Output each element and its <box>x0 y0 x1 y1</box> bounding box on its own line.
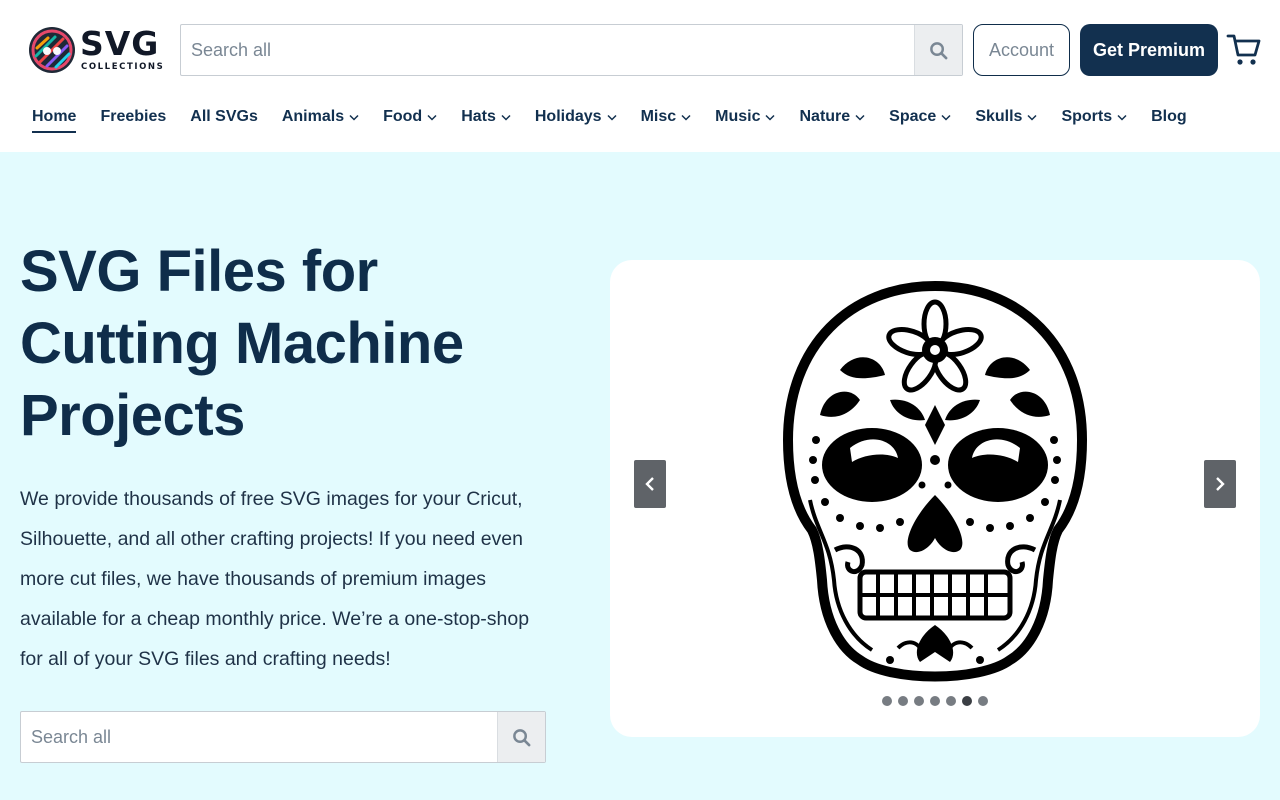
chevron-down-icon <box>681 114 691 121</box>
carousel-dot[interactable] <box>882 696 892 706</box>
header-search-input[interactable] <box>181 25 914 75</box>
chevron-down-icon <box>427 114 437 121</box>
carousel-next-button[interactable] <box>1204 460 1236 508</box>
nav-misc[interactable]: Misc <box>641 104 692 130</box>
nav-music[interactable]: Music <box>715 104 776 130</box>
nav-home[interactable]: Home <box>32 104 77 133</box>
nav-all-svgs[interactable]: All SVGs <box>190 104 258 130</box>
nav-blog[interactable]: Blog <box>1151 104 1187 130</box>
logo-mark-icon <box>29 27 75 73</box>
carousel-dot[interactable] <box>898 696 908 706</box>
carousel-dot[interactable] <box>930 696 940 706</box>
nav-skulls[interactable]: Skulls <box>975 104 1037 130</box>
hero-title: SVG Files for Cutting Machine Projects <box>20 239 464 448</box>
nav-nature[interactable]: Nature <box>799 104 865 130</box>
carousel-dot-active[interactable] <box>962 696 972 706</box>
logo-text: SVG COLLECTIONS <box>80 24 165 73</box>
carousel-dot[interactable] <box>978 696 988 706</box>
account-button[interactable]: Account <box>973 24 1070 76</box>
main-nav: Home Freebies All SVGs Animals Food Hats… <box>32 104 1187 134</box>
nav-holidays[interactable]: Holidays <box>535 104 617 130</box>
nav-label: Holidays <box>534 108 602 125</box>
header-search-button[interactable] <box>914 25 962 75</box>
chevron-down-icon <box>349 114 359 121</box>
carousel-dot[interactable] <box>914 696 924 706</box>
nav-label: Animals <box>281 108 345 125</box>
chevron-down-icon <box>941 114 951 121</box>
nav-hats[interactable]: Hats <box>461 104 511 130</box>
hero-search-button[interactable] <box>497 712 545 762</box>
logo-main-text: SVG <box>80 24 160 63</box>
chevron-down-icon <box>1027 114 1037 121</box>
carousel-dot[interactable] <box>946 696 956 706</box>
nav-sports[interactable]: Sports <box>1061 104 1127 130</box>
carousel-dots <box>882 696 988 706</box>
nav-food[interactable]: Food <box>383 104 437 130</box>
image-carousel <box>610 260 1260 737</box>
nav-space[interactable]: Space <box>889 104 951 130</box>
nav-label: Misc <box>640 108 677 125</box>
site-logo[interactable]: SVG COLLECTIONS <box>28 24 165 74</box>
carousel-prev-button[interactable] <box>634 460 666 508</box>
nav-label: Nature <box>799 108 851 125</box>
sugar-skull-icon[interactable] <box>780 280 1090 690</box>
header-search <box>180 24 963 76</box>
search-icon <box>930 41 948 59</box>
site-header: SVG COLLECTIONS Account Get Premium Home… <box>0 0 1280 152</box>
hero-description: We provide thousands of free SVG images … <box>20 488 530 670</box>
cart-button[interactable] <box>1226 32 1262 68</box>
nav-label: Music <box>715 108 761 125</box>
chevron-down-icon <box>501 114 511 121</box>
nav-label: All SVGs <box>190 108 258 125</box>
chevron-right-icon <box>1216 477 1225 491</box>
nav-label: Blog <box>1151 108 1187 125</box>
chevron-down-icon <box>855 114 865 121</box>
hero-search <box>20 711 546 763</box>
nav-label: Hats <box>461 108 496 125</box>
chevron-left-icon <box>645 477 654 491</box>
chevron-down-icon <box>1117 114 1127 121</box>
nav-animals[interactable]: Animals <box>282 104 359 130</box>
nav-label: Sports <box>1061 108 1113 125</box>
logo-sub-text: COLLECTIONS <box>81 62 165 72</box>
hero-search-input[interactable] <box>21 712 497 762</box>
chevron-down-icon <box>607 114 617 121</box>
nav-label: Home <box>32 108 77 125</box>
cart-icon <box>1226 34 1261 65</box>
nav-label: Space <box>889 108 937 125</box>
search-icon <box>513 728 531 746</box>
nav-freebies[interactable]: Freebies <box>100 104 166 130</box>
nav-label: Skulls <box>975 108 1023 125</box>
chevron-down-icon <box>765 114 776 121</box>
get-premium-button[interactable]: Get Premium <box>1080 24 1218 76</box>
nav-label: Food <box>383 108 423 125</box>
nav-label: Freebies <box>100 108 167 125</box>
hero-section: SVG Files for Cutting Machine Projects W… <box>0 152 1280 800</box>
